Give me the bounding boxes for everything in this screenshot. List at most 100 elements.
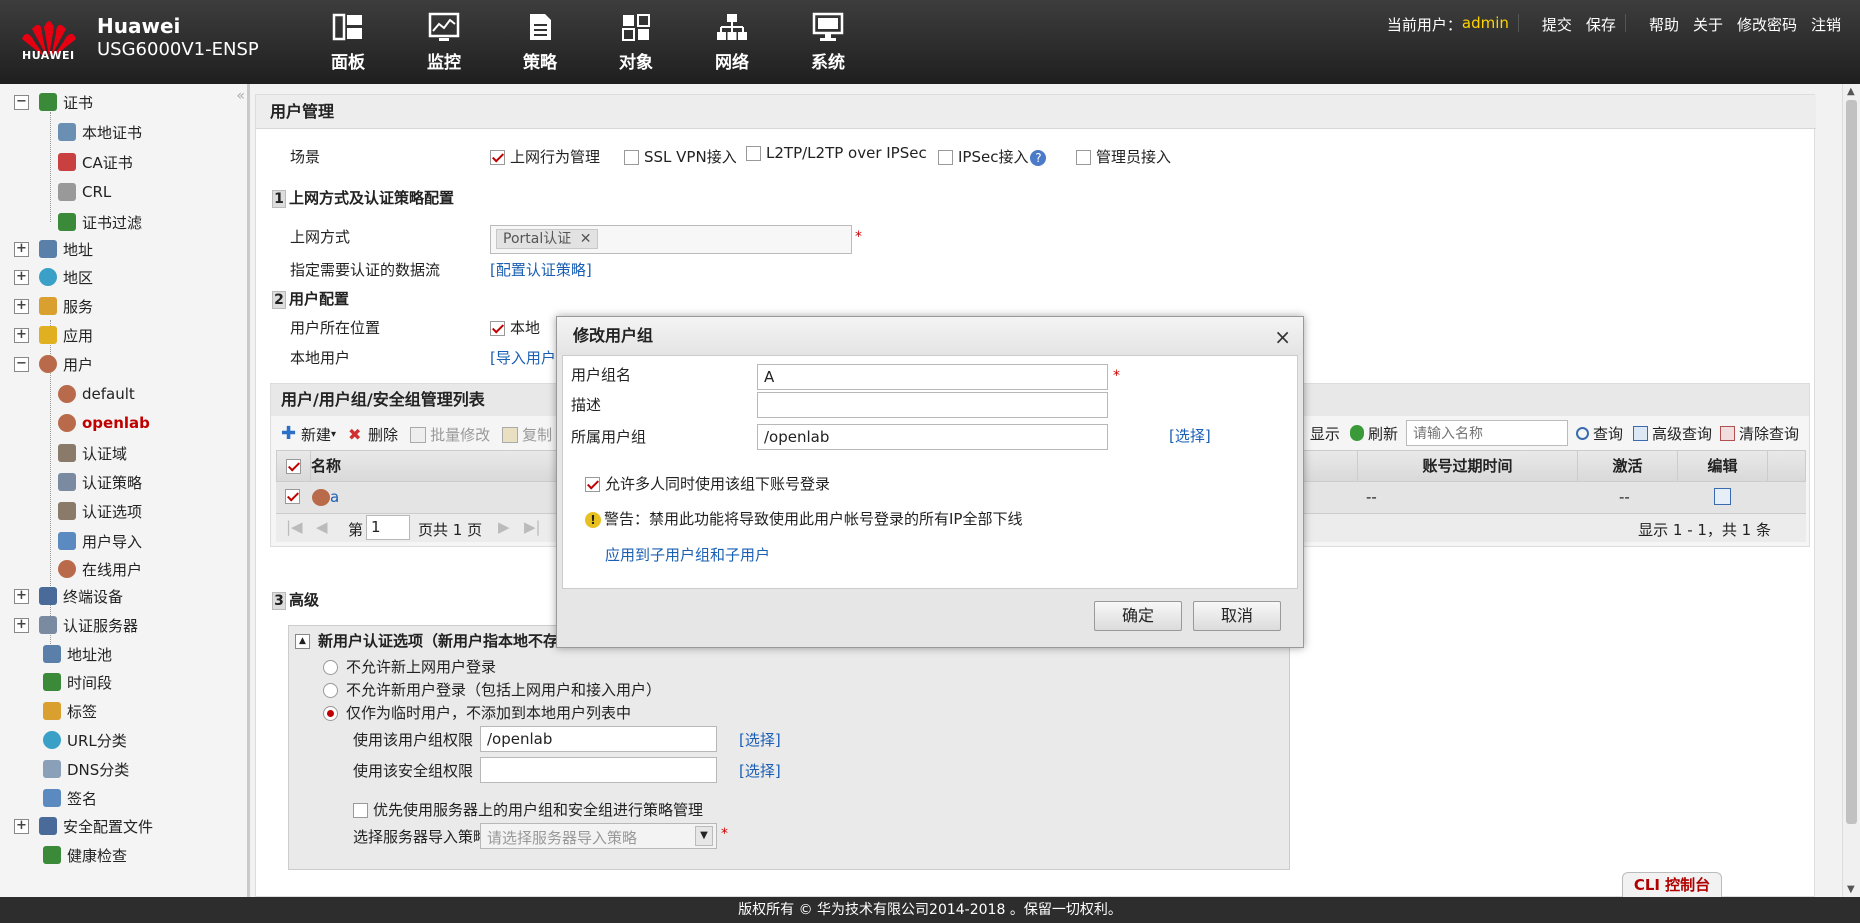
checkbox[interactable] (624, 150, 639, 165)
expand-toggle-icon[interactable]: + (14, 269, 29, 285)
option-deny-new-web-user[interactable]: 不允许新上网用户登录 (323, 656, 496, 677)
prefer-server-option[interactable]: 优先使用服务器上的用户组和安全组进行策略管理 (353, 799, 703, 820)
option-temporary-user[interactable]: 仅作为临时用户，不添加到本地用户列表中 (323, 702, 631, 723)
sidebar-item-service[interactable]: + 服务 (14, 294, 93, 318)
configure-auth-policy-link[interactable]: [配置认证策略] (490, 259, 592, 280)
chevron-down-icon[interactable]: ▼ (695, 826, 713, 846)
advanced-query-button[interactable]: 高级查询 (1652, 423, 1712, 444)
access-mode-field[interactable]: Portal认证 ✕ (490, 225, 852, 254)
sidebar-item-security-profile[interactable]: + 安全配置文件 (14, 814, 153, 838)
column-expire[interactable]: 账号过期时间 (1357, 451, 1578, 481)
edit-icon[interactable] (1714, 488, 1731, 505)
collapse-toggle-icon[interactable]: − (14, 94, 29, 110)
sidebar-item-auth-option[interactable]: 认证选项 (58, 499, 142, 523)
sidebar-item-openlab[interactable]: openlab (58, 411, 150, 435)
batch-edit-button[interactable]: 批量修改 (410, 424, 490, 445)
sidebar-item-local-cert[interactable]: 本地证书 (58, 120, 142, 144)
select-group-link[interactable]: [选择] (739, 729, 781, 750)
expand-toggle-icon[interactable]: + (14, 617, 29, 633)
sidebar-item-ca-cert[interactable]: CA证书 (58, 150, 133, 174)
sidebar-item-address-pool[interactable]: 地址池 (43, 642, 112, 666)
sidebar-item-user-import[interactable]: 用户导入 (58, 529, 142, 553)
sidebar-item-address[interactable]: + 地址 (14, 237, 93, 261)
column-name[interactable]: 名称 (311, 451, 551, 481)
select-all-checkbox[interactable] (286, 459, 301, 474)
new-button[interactable]: ✚ 新建 ▾ (281, 424, 336, 445)
description-input[interactable] (757, 392, 1108, 418)
nav-system[interactable]: 系统 (780, 0, 876, 84)
sidebar-item-url-category[interactable]: URL分类 (43, 728, 127, 752)
radio[interactable] (323, 706, 338, 721)
collapse-toggle-icon[interactable]: − (14, 356, 29, 372)
expand-toggle-icon[interactable]: + (14, 241, 29, 257)
radio[interactable] (323, 683, 338, 698)
sidebar-item-health-check[interactable]: 健康检查 (43, 843, 127, 867)
security-perm-input[interactable] (480, 757, 717, 783)
page-scrollbar[interactable]: ▲ ▼ (1842, 84, 1860, 897)
sidebar-item-signature[interactable]: 签名 (43, 786, 97, 810)
select-security-group-link[interactable]: [选择] (739, 760, 781, 781)
sidebar-item-user[interactable]: − 用户 (14, 352, 93, 376)
scene-ipsec[interactable]: IPSec接入? (938, 146, 1047, 167)
group-name-input[interactable]: A (757, 364, 1108, 390)
cli-console-button[interactable]: CLI 控制台 (1622, 872, 1722, 897)
checkbox[interactable] (490, 321, 505, 336)
help-link[interactable]: 帮助 (1642, 14, 1686, 35)
scroll-up-icon[interactable]: ▲ (1847, 86, 1855, 97)
row-checkbox[interactable] (285, 489, 300, 504)
prev-page-icon[interactable]: ◀ (316, 518, 328, 536)
nav-monitor[interactable]: 监控 (396, 0, 492, 84)
sidebar-item-auth-domain[interactable]: 认证域 (58, 441, 127, 465)
sidebar-item-tag[interactable]: 标签 (43, 699, 97, 723)
sidebar-item-cert-filter[interactable]: 证书过滤 (58, 210, 142, 234)
select-all-checkbox-cell[interactable] (277, 451, 311, 481)
search-input[interactable] (1405, 420, 1568, 446)
change-password-link[interactable]: 修改密码 (1730, 14, 1804, 35)
sidebar-item-terminal[interactable]: + 终端设备 (14, 584, 123, 608)
next-page-icon[interactable]: ▶ (498, 518, 510, 536)
remove-tag-icon[interactable]: ✕ (580, 231, 592, 247)
scroll-down-icon[interactable]: ▼ (1847, 884, 1855, 895)
sidebar-item-application[interactable]: + 应用 (14, 323, 93, 347)
about-link[interactable]: 关于 (1686, 14, 1730, 35)
refresh-button[interactable]: 刷新 (1368, 423, 1398, 444)
cancel-button[interactable]: 取消 (1193, 601, 1281, 631)
last-page-icon[interactable]: ▶| (524, 518, 541, 536)
scene-l2tp[interactable]: L2TP/L2TP over IPSec (746, 144, 927, 162)
delete-button[interactable]: ✖ 删除 (348, 424, 398, 445)
import-user-link[interactable]: [导入用户] (490, 347, 562, 368)
sidebar-item-crl[interactable]: CRL (58, 180, 111, 204)
collapse-icon[interactable]: ▲ (295, 634, 310, 649)
copy-button[interactable]: 复制 (502, 424, 552, 445)
query-button[interactable]: 查询 (1593, 423, 1623, 444)
expand-toggle-icon[interactable]: + (14, 588, 29, 604)
collapse-sidebar-icon[interactable]: « (236, 88, 245, 104)
submit-link[interactable]: 提交 (1535, 14, 1579, 35)
sidebar-item-time-range[interactable]: 时间段 (43, 670, 112, 694)
nav-policy[interactable]: 策略 (492, 0, 588, 84)
nav-network[interactable]: 网络 (684, 0, 780, 84)
expand-toggle-icon[interactable]: + (14, 298, 29, 314)
expand-toggle-icon[interactable]: + (14, 818, 29, 834)
save-link[interactable]: 保存 (1579, 14, 1623, 35)
scroll-thumb[interactable] (1846, 100, 1857, 824)
apply-to-children-link[interactable]: 应用到子用户组和子用户 (605, 544, 770, 565)
logout-link[interactable]: 注销 (1804, 14, 1848, 35)
checkbox[interactable] (585, 477, 600, 492)
radio[interactable] (323, 660, 338, 675)
select-parent-group-link[interactable]: [选择] (1169, 425, 1211, 446)
sidebar-item-default[interactable]: default (58, 382, 135, 406)
sidebar-item-online-user[interactable]: 在线用户 (58, 557, 142, 581)
access-mode-tag[interactable]: Portal认证 ✕ (496, 229, 599, 249)
nav-dashboard[interactable]: 面板 (300, 0, 396, 84)
expand-toggle-icon[interactable]: + (14, 327, 29, 343)
sidebar-item-auth-server[interactable]: + 认证服务器 (14, 613, 138, 637)
new-user-options-header[interactable]: ▲ 新用户认证选项（新用户指本地不存 (295, 630, 558, 651)
sidebar-item-dns-category[interactable]: DNS分类 (43, 757, 129, 781)
checkbox[interactable] (938, 150, 953, 165)
checkbox[interactable] (1076, 150, 1091, 165)
row-name[interactable]: a (330, 488, 339, 506)
page-input[interactable]: 1 (366, 515, 410, 540)
ok-button[interactable]: 确定 (1094, 601, 1182, 631)
sidebar-item-cert[interactable]: − 证书 (14, 90, 93, 114)
